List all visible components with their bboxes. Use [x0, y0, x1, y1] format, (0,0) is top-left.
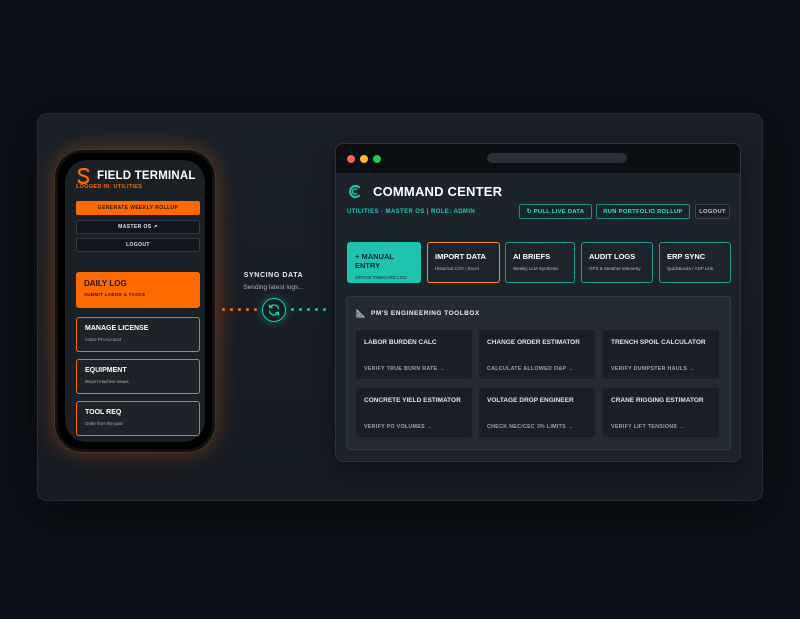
equipment-title: EQUIPMENT [85, 367, 127, 374]
tool-link[interactable]: VERIFY DUMPSTER HAULS → [611, 366, 695, 372]
tool-link[interactable]: CHECK NEC/CEC 3% LIMITS → [487, 424, 573, 430]
maximize-window-icon[interactable] [373, 155, 381, 163]
command-center-title: COMMAND CENTER [373, 184, 503, 199]
tool-card-labor-burden[interactable]: LABOR BURDEN CALC VERIFY TRUE BURN RATE … [356, 330, 472, 379]
tool-link[interactable]: VERIFY TRUE BURN RATE → [364, 366, 445, 372]
sync-dots-right [291, 308, 326, 311]
audit-logs-tile[interactable]: AUDIT LOGS GPS & Weather telemetry [581, 242, 653, 283]
set-square-icon [356, 309, 365, 318]
tool-name: CHANGE ORDER ESTIMATOR [487, 339, 580, 346]
tool-name: TRENCH SPOIL CALCULATOR [611, 339, 706, 346]
phone-screen: FIELD TERMINAL LOGGED IN: UTILITIES GENE… [65, 160, 205, 442]
erp-sync-title: ERP SYNC [667, 252, 706, 261]
pull-live-data-button[interactable]: ↻ PULL LIVE DATA [519, 204, 592, 219]
tool-card-voltage-drop[interactable]: VOLTAGE DROP ENGINEER CHECK NEC/CEC 3% L… [479, 388, 595, 437]
syncing-data-subtitle: Sending latest logs... [243, 284, 304, 291]
import-data-tile[interactable]: IMPORT DATA Historical CSV / Excel [427, 242, 500, 283]
browser-titlebar [336, 144, 740, 173]
tool-card-crane-rigging[interactable]: CRANE RIGGING ESTIMATOR VERIFY LIFT TENS… [603, 388, 719, 437]
ai-briefs-subtitle: Weekly LLM Synthesis [513, 266, 559, 271]
ai-briefs-tile[interactable]: AI BRIEFS Weekly LLM Synthesis [505, 242, 575, 283]
command-logout-button[interactable]: LOGOUT [695, 204, 730, 219]
command-center-subtitle: UTILITIES - MASTER OS | ROLE: ADMIN [347, 209, 476, 215]
address-bar[interactable] [487, 153, 627, 163]
manual-entry-title: + MANUAL ENTRY [355, 252, 394, 270]
field-terminal-brand: FIELD TERMINAL [77, 168, 196, 184]
command-logo-icon [349, 184, 361, 199]
erp-sync-subtitle: QuickBooks / ADP Link [667, 266, 714, 271]
sync-dots-left [222, 308, 257, 311]
tool-link[interactable]: VERIFY LIFT TENSIONS → [611, 424, 685, 430]
tool-card-concrete-yield[interactable]: CONCRETE YIELD ESTIMATOR VERIFY PO VOLUM… [356, 388, 472, 437]
tool-name: CRANE RIGGING ESTIMATOR [611, 397, 704, 404]
generate-weekly-rollup-button[interactable]: GENERATE WEEKLY ROLLUP [76, 201, 200, 215]
command-center-brand: COMMAND CENTER [348, 184, 502, 199]
tool-name: VOLTAGE DROP ENGINEER [487, 397, 574, 404]
tool-req-title: TOOL REQ [85, 409, 122, 416]
master-os-button[interactable]: MASTER OS ↗ [76, 220, 200, 234]
audit-logs-subtitle: GPS & Weather telemetry [589, 266, 641, 271]
sync-icon [262, 298, 286, 322]
equipment-subtitle: Report machine issues [85, 379, 129, 384]
field-logo-icon [77, 168, 90, 184]
manage-license-card[interactable]: MANAGE LICENSE Active Pro Account [76, 317, 200, 352]
daily-log-title: DAILY LOG [84, 279, 127, 288]
tool-req-card[interactable]: TOOL REQ Order from the yard [76, 401, 200, 436]
daily-log-card[interactable]: DAILY LOG SUBMIT LABOR & TASKS [76, 272, 200, 308]
browser-window: COMMAND CENTER UTILITIES - MASTER OS | R… [335, 143, 741, 462]
phone-frame: FIELD TERMINAL LOGGED IN: UTILITIES GENE… [55, 150, 215, 452]
engineering-toolbox: PM'S ENGINEERING TOOLBOX LABOR BURDEN CA… [346, 296, 731, 450]
import-data-subtitle: Historical CSV / Excel [435, 266, 479, 271]
syncing-data-title: SYNCING DATA [243, 272, 304, 279]
daily-log-subtitle: SUBMIT LABOR & TASKS [84, 292, 146, 297]
tool-card-trench-spoil[interactable]: TRENCH SPOIL CALCULATOR VERIFY DUMPSTER … [603, 330, 719, 379]
erp-sync-tile[interactable]: ERP SYNC QuickBooks / ADP Link [659, 242, 731, 283]
ai-briefs-title: AI BRIEFS [513, 252, 551, 261]
tool-name: CONCRETE YIELD ESTIMATOR [364, 397, 461, 404]
tool-name: LABOR BURDEN CALC [364, 339, 437, 346]
close-window-icon[interactable] [347, 155, 355, 163]
audit-logs-title: AUDIT LOGS [589, 252, 636, 261]
run-portfolio-rollup-button[interactable]: RUN PORTFOLIO ROLLUP [596, 204, 690, 219]
tool-card-change-order[interactable]: CHANGE ORDER ESTIMATOR CALCULATE ALLOWED… [479, 330, 595, 379]
manage-license-title: MANAGE LICENSE [85, 325, 149, 332]
equipment-card[interactable]: EQUIPMENT Report machine issues [76, 359, 200, 394]
tool-link[interactable]: CALCULATE ALLOWED O&P → [487, 366, 574, 372]
manual-entry-tile[interactable]: + MANUAL ENTRY OFFICE TIMECARD LOG [347, 242, 421, 283]
manage-license-subtitle: Active Pro Account [85, 337, 122, 342]
toolbox-title: PM'S ENGINEERING TOOLBOX [371, 310, 480, 317]
minimize-window-icon[interactable] [360, 155, 368, 163]
tool-link[interactable]: VERIFY PO VOLUMES → [364, 424, 432, 430]
field-terminal-title: FIELD TERMINAL [97, 170, 196, 182]
manual-entry-subtitle: OFFICE TIMECARD LOG [355, 275, 407, 280]
import-data-title: IMPORT DATA [435, 252, 486, 261]
logged-in-label: LOGGED IN: UTILITIES [76, 184, 143, 190]
phone-logout-button[interactable]: LOGOUT [76, 238, 200, 252]
tool-req-subtitle: Order from the yard [85, 421, 123, 426]
toolbox-header: PM'S ENGINEERING TOOLBOX [356, 309, 480, 318]
